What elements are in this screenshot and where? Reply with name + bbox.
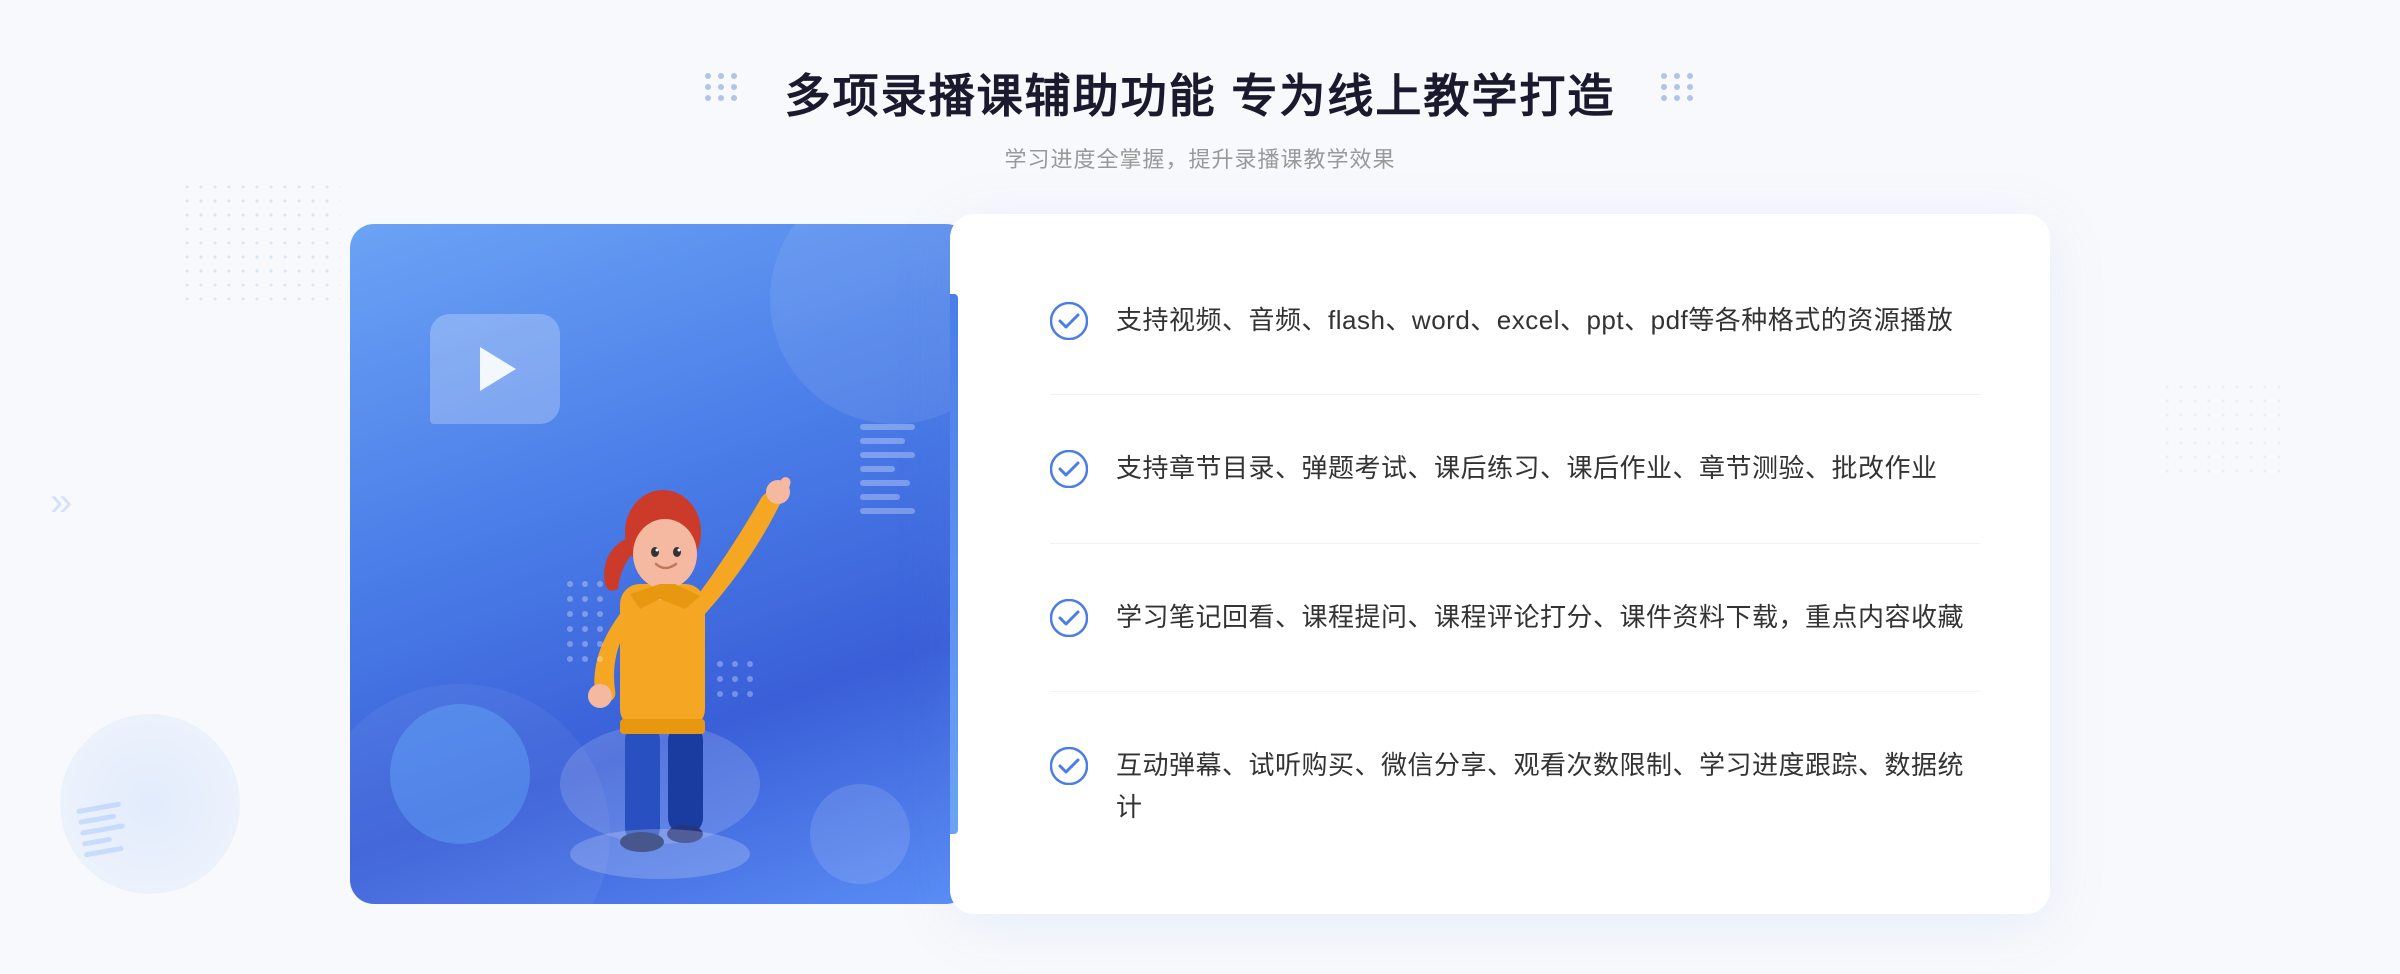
- feature-item-3: 学习笔记回看、课程提问、课程评论打分、课件资料下载，重点内容收藏: [1050, 579, 1980, 657]
- header-dots-left: [705, 73, 739, 101]
- header-dots-right: [1661, 73, 1695, 101]
- feature-item-1: 支持视频、音频、flash、word、excel、ppt、pdf等各种格式的资源…: [1050, 282, 1980, 360]
- illustration-card: [350, 224, 970, 904]
- play-icon: [480, 347, 516, 391]
- feature-divider-2: [1050, 543, 1980, 544]
- accent-bar: [950, 294, 958, 834]
- check-icon-3: [1050, 599, 1088, 637]
- feature-text-4: 互动弹幕、试听购买、微信分享、观看次数限制、学习进度跟踪、数据统计: [1116, 745, 1980, 828]
- feature-text-3: 学习笔记回看、课程提问、课程评论打分、课件资料下载，重点内容收藏: [1116, 597, 1964, 639]
- feature-divider-3: [1050, 691, 1980, 692]
- title-row: 多项录播课辅助功能 专为线上教学打造: [785, 60, 1616, 126]
- main-content: 支持视频、音频、flash、word、excel、ppt、pdf等各种格式的资源…: [350, 214, 2050, 914]
- main-title: 多项录播课辅助功能 专为线上教学打造: [785, 60, 1616, 126]
- feature-text-2: 支持章节目录、弹题考试、课后练习、课后作业、章节测验、批改作业: [1116, 448, 1938, 490]
- feature-item-2: 支持章节目录、弹题考试、课后练习、课后作业、章节测验、批改作业: [1050, 430, 1980, 508]
- feature-item-4: 互动弹幕、试听购买、微信分享、观看次数限制、学习进度跟踪、数据统计: [1050, 727, 1980, 846]
- deco-vlines: [76, 801, 129, 857]
- dot-decoration-1: [180, 180, 340, 310]
- geo-circle-blue: [390, 704, 530, 844]
- person-illustration: [520, 384, 800, 904]
- geo-circle-light: [810, 784, 910, 884]
- feature-divider-1: [1050, 394, 1980, 395]
- geo-lines: [860, 424, 920, 524]
- check-icon-4: [1050, 747, 1088, 785]
- check-icon-2: [1050, 450, 1088, 488]
- subtitle: 学习进度全掌握，提升录播课教学效果: [785, 142, 1616, 174]
- feature-text-1: 支持视频、音频、flash、word、excel、ppt、pdf等各种格式的资源…: [1116, 300, 1953, 342]
- content-panel: 支持视频、音频、flash、word、excel、ppt、pdf等各种格式的资源…: [950, 214, 2050, 914]
- chevron-decoration: »: [50, 480, 72, 525]
- deco-circle-bg: [60, 714, 240, 894]
- dot-decoration-2: [2160, 380, 2280, 480]
- check-icon-1: [1050, 302, 1088, 340]
- page-container: » 多项录播课辅助功能 专为线上教学打造 学习进度全掌握，提升录播课教学效果: [0, 0, 2400, 974]
- header-section: 多项录播课辅助功能 专为线上教学打造 学习进度全掌握，提升录播课教学效果: [785, 0, 1616, 174]
